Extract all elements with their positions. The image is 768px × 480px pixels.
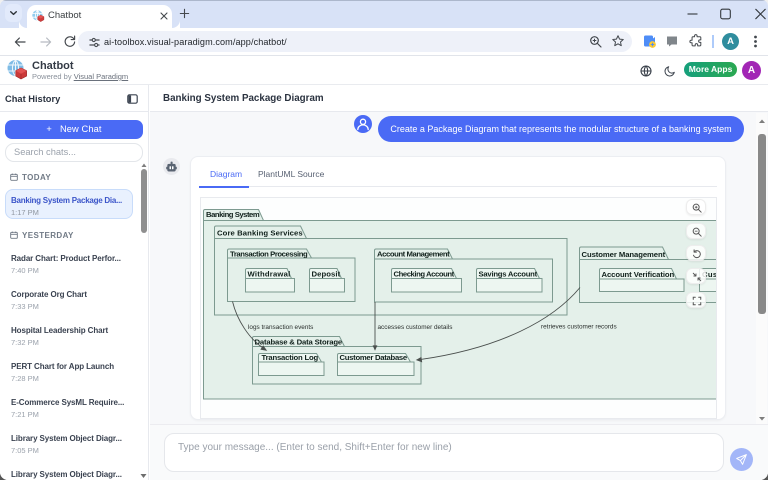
svg-text:logs transaction events: logs transaction events <box>248 324 313 331</box>
svg-text:Checking Account: Checking Account <box>394 269 455 278</box>
svg-text:Customer Management: Customer Management <box>582 250 666 259</box>
svg-text:Transaction Processing: Transaction Processing <box>230 249 308 258</box>
svg-text:Transaction Log: Transaction Log <box>262 353 319 362</box>
svg-text:Deposit: Deposit <box>312 269 341 278</box>
svg-text:retrieves customer records: retrieves customer records <box>541 324 617 331</box>
svg-text:Account Verification: Account Verification <box>602 270 675 279</box>
svg-text:Core Banking Services: Core Banking Services <box>217 229 303 238</box>
svg-text:accesses customer details: accesses customer details <box>378 324 453 331</box>
svg-text:Database & Data Storage: Database & Data Storage <box>255 337 343 346</box>
svg-text:Withdrawal: Withdrawal <box>248 269 291 278</box>
svg-text:Account Management: Account Management <box>377 249 450 258</box>
svg-text:Customer Database: Customer Database <box>340 353 408 362</box>
svg-text:Savings Account: Savings Account <box>479 269 538 278</box>
svg-text:Banking System: Banking System <box>206 210 260 219</box>
